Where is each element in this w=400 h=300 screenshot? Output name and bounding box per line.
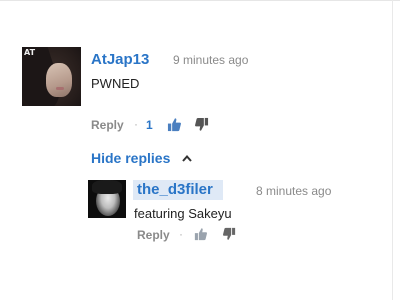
- chevron-up-icon[interactable]: [182, 154, 192, 162]
- hide-replies-link[interactable]: Hide replies: [91, 150, 170, 166]
- avatar[interactable]: AT: [22, 47, 81, 106]
- reply-timestamp[interactable]: 8 minutes ago: [256, 184, 331, 198]
- reply-author-highlight[interactable]: the_d3filer: [133, 180, 223, 200]
- thumbs-up-icon[interactable]: [194, 227, 208, 241]
- thumbs-down-icon[interactable]: [222, 227, 236, 241]
- reply-author-link[interactable]: the_d3filer: [137, 181, 213, 198]
- thumbs-down-icon[interactable]: [194, 117, 209, 132]
- reply-button[interactable]: Reply: [137, 228, 170, 242]
- reply-button[interactable]: Reply: [91, 118, 124, 132]
- thumbs-up-icon[interactable]: [167, 117, 182, 132]
- comment-timestamp[interactable]: 9 minutes ago: [173, 53, 248, 67]
- like-count: 1: [146, 118, 153, 132]
- top-divider: [0, 0, 400, 1]
- reply-text: featuring Sakeyu: [134, 206, 232, 221]
- comment-text: PWNED: [91, 76, 140, 91]
- action-separator: ·: [179, 227, 183, 241]
- right-divider: [392, 0, 393, 300]
- comment-author-link[interactable]: AtJap13: [91, 51, 149, 68]
- reply-avatar[interactable]: [88, 180, 126, 218]
- avatar-tag: AT: [24, 48, 36, 57]
- action-separator: ·: [134, 117, 138, 131]
